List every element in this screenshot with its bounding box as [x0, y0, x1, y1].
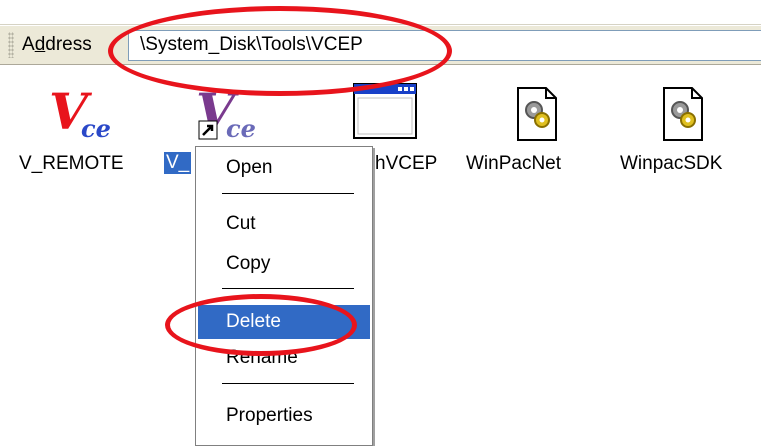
vce-shortcut-icon: V ce [196, 87, 256, 143]
menu-separator [222, 383, 354, 384]
config-file-icon [663, 87, 703, 141]
menu-item-delete[interactable]: Delete [198, 305, 370, 339]
file-label: WinpacSDK [620, 153, 723, 174]
file-label: hVCEP [375, 153, 438, 174]
toolbar-grip-handle[interactable] [8, 32, 14, 58]
vce-app-icon: V ce [49, 87, 111, 143]
file-item-v-remote[interactable]: V ce V_REMOTE [19, 85, 145, 185]
menu-item-properties[interactable]: Properties [198, 399, 370, 433]
file-item-winpacnet[interactable]: WinPacNet [466, 84, 590, 184]
menu-separator [222, 193, 354, 194]
menu-item-rename[interactable]: Rename [198, 341, 370, 375]
context-menu: Open Cut Copy Delete Rename Properties [195, 146, 373, 446]
address-label: Address [22, 34, 92, 55]
file-label: WinPacNet [466, 153, 562, 174]
svg-text:ce: ce [81, 114, 111, 143]
window-app-icon [353, 83, 417, 139]
config-file-icon [517, 87, 557, 141]
address-input[interactable]: \System_Disk\Tools\VCEP [128, 30, 761, 61]
menu-item-open[interactable]: Open [198, 151, 370, 185]
menu-separator [222, 288, 354, 289]
svg-text:ce: ce [226, 114, 256, 143]
file-label: V_REMOTE [19, 153, 124, 174]
window-top-strip [0, 0, 761, 25]
file-item-winpacsdk[interactable]: WinpacSDK [620, 84, 750, 184]
menu-item-cut[interactable]: Cut [198, 207, 370, 241]
file-label-selected: V_ [164, 152, 192, 174]
menu-item-copy[interactable]: Copy [198, 247, 370, 281]
address-toolbar: Address \System_Disk\Tools\VCEP [0, 25, 761, 65]
